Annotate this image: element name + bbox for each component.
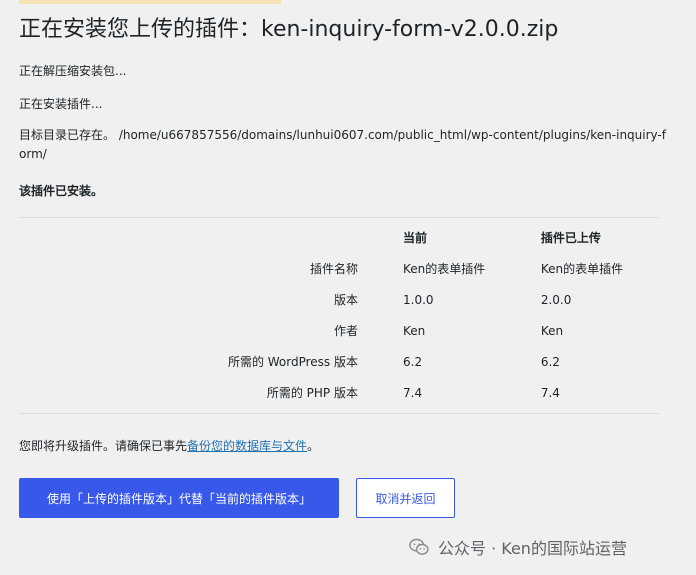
cancel-button[interactable]: 取消并返回 <box>356 478 455 518</box>
table-row: 版本 1.0.0 2.0.0 <box>19 284 659 315</box>
row-current-value: 7.4 <box>403 385 423 400</box>
header-uploaded: 插件已上传 <box>540 231 601 245</box>
watermark-text: 公众号 · Ken的国际站运营 <box>438 539 627 558</box>
row-uploaded-value: 2.0.0 <box>540 292 572 307</box>
row-uploaded-value: Ken的表单插件 <box>540 262 624 276</box>
backup-link[interactable]: 备份您的数据库与文件 <box>187 439 307 453</box>
table-divider-top <box>19 217 659 218</box>
row-current-value: 6.2 <box>403 354 423 369</box>
row-current-value: Ken <box>403 323 426 338</box>
watermark: 公众号 · Ken的国际站运营 <box>408 534 627 560</box>
row-uploaded-value: 7.4 <box>540 385 560 400</box>
status-directory-exists: 目标目录已存在。 /home/u667857556/domains/lunhui… <box>19 128 666 161</box>
status-unpacking: 正在解压缩安装包... <box>19 64 127 78</box>
header-label <box>19 222 358 253</box>
row-label: 所需的 PHP 版本 <box>266 386 358 400</box>
table-row: 所需的 PHP 版本 7.4 7.4 <box>19 377 659 408</box>
row-label: 所需的 WordPress 版本 <box>227 355 358 369</box>
row-label: 作者 <box>333 324 358 338</box>
table-row: 所需的 WordPress 版本 6.2 6.2 <box>19 346 659 377</box>
page-title: 正在安装您上传的插件：ken-inquiry-form-v2.0.0.zip <box>19 17 559 42</box>
notice-accent-bar <box>19 0 281 4</box>
upgrade-warning-text: 您即将升级插件。请确保已事先 <box>19 439 188 453</box>
row-uploaded-value: 6.2 <box>540 354 560 369</box>
plugin-install-page: 正在安装您上传的插件：ken-inquiry-form-v2.0.0.zip 正… <box>0 0 696 575</box>
status-already-installed: 该插件已安装。 <box>19 184 104 198</box>
status-installing: 正在安装插件... <box>19 97 103 111</box>
row-uploaded-value: Ken <box>540 323 564 338</box>
header-current: 当前 <box>403 231 428 245</box>
table-row: 作者 Ken Ken <box>19 315 659 346</box>
table-row: 插件名称 Ken的表单插件 Ken的表单插件 <box>19 253 659 284</box>
row-label: 插件名称 <box>309 262 358 276</box>
table-divider-bottom <box>19 413 659 414</box>
upgrade-warning: 您即将升级插件。请确保已事先备份您的数据库与文件。 <box>19 436 319 456</box>
upgrade-warning-suffix: 。 <box>307 439 320 453</box>
table-header-row: 当前 插件已上传 <box>19 222 659 253</box>
wechat-icon <box>409 538 429 555</box>
row-current-value: 1.0.0 <box>403 292 434 307</box>
row-current-value: Ken的表单插件 <box>403 262 486 276</box>
replace-plugin-button[interactable]: 使用「上传的插件版本」代替「当前的插件版本」 <box>19 478 339 518</box>
row-label: 版本 <box>333 293 358 307</box>
version-comparison-table: 当前 插件已上传 插件名称 Ken的表单插件 Ken的表单插件 版本 1.0.0… <box>19 222 659 408</box>
